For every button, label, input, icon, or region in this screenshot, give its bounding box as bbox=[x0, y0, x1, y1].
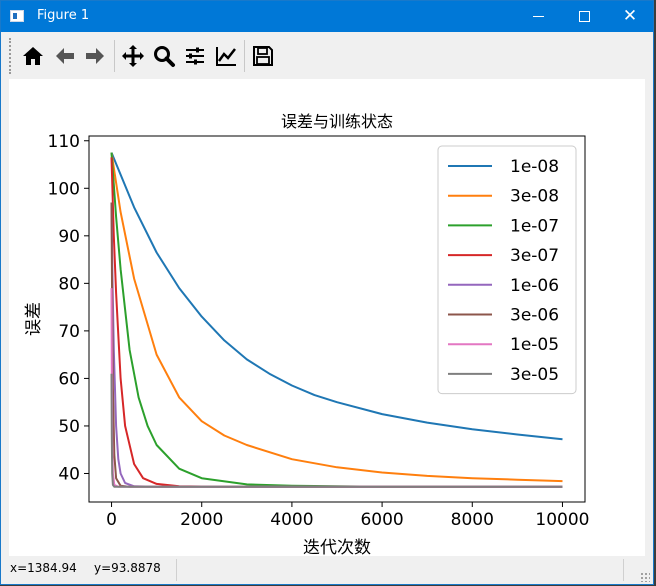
legend-entry: 1e-08 bbox=[510, 157, 559, 177]
edit-axis-button[interactable] bbox=[211, 41, 241, 71]
toolbar-grip[interactable] bbox=[9, 38, 14, 74]
save-floppy-icon bbox=[253, 46, 273, 66]
minimize-button[interactable] bbox=[515, 1, 561, 32]
legend: 1e-08 3e-08 1e-07 3e-07 1e-06 3e-06 1e-05 3e-05 bbox=[437, 145, 577, 395]
x-tick-label: 2000 bbox=[180, 510, 223, 530]
home-icon bbox=[23, 47, 43, 65]
toolbar-separator bbox=[114, 40, 115, 72]
legend-entry: 3e-06 bbox=[510, 306, 559, 326]
y-tick-label: 110 bbox=[48, 132, 80, 152]
x-axis-label: 迭代次数 bbox=[303, 538, 371, 556]
legend-entry: 3e-07 bbox=[510, 246, 559, 266]
line-chart: 误差与训练状态 0 2000 4000 6000 8000 10000 40 50 60 70 80 9… bbox=[24, 112, 590, 558]
x-tick-label: 6000 bbox=[360, 510, 403, 530]
pan-move-icon bbox=[122, 45, 144, 67]
legend-frame bbox=[437, 145, 577, 395]
zoom-magnifier-icon bbox=[154, 46, 175, 67]
x-tick-label: 0 bbox=[106, 510, 117, 530]
figure-canvas[interactable]: 误差与训练状态 0 2000 4000 6000 8000 10000 40 50 60 70 80 9… bbox=[9, 79, 645, 558]
maximize-icon bbox=[578, 10, 590, 22]
home-button[interactable] bbox=[18, 41, 48, 71]
status-bar: x=1384.94 y=93.8878 bbox=[1, 557, 653, 584]
chart-title: 误差与训练状态 bbox=[281, 112, 393, 131]
title-bar[interactable]: Figure 1 ✕ bbox=[1, 1, 653, 32]
legend-entry: 1e-07 bbox=[510, 216, 559, 236]
y-tick-label: 100 bbox=[48, 179, 80, 199]
close-icon: ✕ bbox=[622, 6, 638, 26]
zoom-button[interactable] bbox=[149, 41, 179, 71]
forward-button[interactable] bbox=[80, 41, 110, 71]
resize-grip-icon[interactable] bbox=[640, 572, 650, 582]
close-button[interactable]: ✕ bbox=[607, 1, 653, 32]
status-divider bbox=[623, 559, 624, 581]
minimize-icon bbox=[532, 15, 544, 17]
configure-subplots-button[interactable] bbox=[180, 41, 210, 71]
y-tick-label: 80 bbox=[58, 274, 80, 294]
legend-entry: 3e-08 bbox=[510, 187, 559, 207]
configure-subplots-icon bbox=[186, 47, 204, 65]
y-axis-label: 误差 bbox=[24, 302, 44, 336]
save-button[interactable] bbox=[248, 41, 278, 71]
y-tick-label: 70 bbox=[58, 322, 80, 342]
legend-entry: 1e-06 bbox=[510, 276, 559, 296]
back-arrow-icon bbox=[56, 48, 74, 64]
y-coordinate-readout: y=93.8878 bbox=[94, 561, 161, 575]
figure-window: Figure 1 ✕ 误差与训练状态 0 2000 4000 6000 8000… bbox=[0, 0, 654, 585]
x-tick-label: 8000 bbox=[451, 510, 494, 530]
pan-button[interactable] bbox=[118, 41, 148, 71]
forward-arrow-icon bbox=[86, 48, 104, 64]
toolbar-separator bbox=[244, 40, 245, 72]
x-tick-label: 4000 bbox=[270, 510, 313, 530]
y-tick-label: 60 bbox=[58, 369, 80, 389]
legend-entry: 1e-05 bbox=[510, 335, 559, 355]
legend-entry: 3e-05 bbox=[510, 365, 559, 385]
back-button[interactable] bbox=[50, 41, 80, 71]
navigation-toolbar bbox=[1, 32, 653, 79]
window-title: Figure 1 bbox=[37, 8, 90, 23]
x-coordinate-readout: x=1384.94 bbox=[10, 561, 77, 575]
y-tick-label: 90 bbox=[58, 227, 80, 247]
y-tick-label: 50 bbox=[58, 417, 80, 437]
maximize-button[interactable] bbox=[561, 1, 607, 32]
figure-app-icon bbox=[10, 10, 24, 22]
y-tick-label: 40 bbox=[58, 464, 80, 484]
edit-axis-icon bbox=[216, 47, 236, 66]
x-tick-label: 10000 bbox=[535, 510, 589, 530]
status-divider bbox=[176, 559, 177, 581]
